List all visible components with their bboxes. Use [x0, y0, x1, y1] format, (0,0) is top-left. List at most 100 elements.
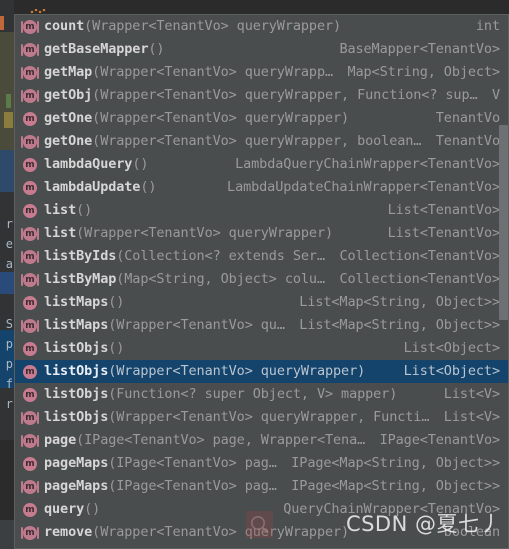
method-icon-letter: m	[23, 295, 37, 310]
completion-signature: getMap(Wrapper<TenantVo> queryWrapp…	[44, 61, 333, 84]
completion-method-params: (Wrapper<TenantVo> queryWrapper, boolean…	[92, 133, 422, 149]
error-squiggle-underline	[30, 9, 46, 13]
completion-method-params: ()	[132, 156, 149, 172]
method-overridden-icon: m	[21, 318, 39, 334]
completion-item[interactable]: m getObj(Wrapper<TenantVo> queryWrapper, …	[15, 84, 508, 107]
completion-method-name: count	[44, 18, 85, 34]
method-overridden-icon: m	[21, 19, 39, 35]
code-completion-popup[interactable]: m count(Wrapper<TenantVo> queryWrapper) in…	[14, 14, 509, 549]
completion-return-type: IPage<TenantVo>	[379, 432, 501, 448]
completion-method-params: ()	[108, 340, 125, 356]
completion-signature: pageMaps(IPage<TenantVo> pag…	[44, 452, 277, 475]
completion-method-name: lambdaQuery	[44, 156, 133, 172]
completion-method-params: (Wrapper<TenantVo> queryWrapper)	[108, 363, 366, 379]
completion-item[interactable]: m lambdaQuery() LambdaQueryChainWrapper<Te…	[15, 153, 508, 176]
completion-method-name: lambdaUpdate	[44, 179, 141, 195]
completion-return-type: BaseMapper<TenantVo>	[339, 41, 500, 57]
editor-sliver-char: r	[5, 397, 13, 411]
editor-sliver-char: e	[5, 237, 13, 251]
completion-method-name: pageMaps	[44, 478, 109, 494]
completion-return-type: List<Map<String, Object>>	[299, 317, 500, 333]
completion-method-params: ()	[76, 202, 93, 218]
completion-item[interactable]: m pageMaps(IPage<TenantVo> pag… IPage<Map<…	[15, 452, 508, 475]
completion-item[interactable]: m listObjs(Wrapper<TenantVo> queryWrapper…	[15, 360, 508, 383]
completion-item[interactable]: m lambdaUpdate() LambdaUpdateChainWrapper<…	[15, 176, 508, 199]
completion-method-params: (Wrapper<TenantVo> queryWrapper, Functio…	[92, 87, 478, 103]
completion-method-name: listMaps	[44, 294, 109, 310]
completion-signature: page(IPage<TenantVo> page, Wrapper<Tena…	[44, 429, 365, 452]
gutter-bottom-strip	[0, 520, 14, 549]
completion-return-type: List<TenantVo>	[387, 225, 500, 241]
editor-sliver-char: p	[5, 337, 13, 351]
method-icon: m	[21, 364, 39, 380]
completion-method-params: ()	[84, 501, 101, 517]
editor-sliver-char: p	[5, 357, 13, 371]
editor-sliver-char: f	[5, 377, 13, 391]
completion-item[interactable]: m getBaseMapper() BaseMapper<TenantVo>	[15, 38, 508, 61]
completion-signature: getObj(Wrapper<TenantVo> queryWrapper, F…	[44, 84, 478, 107]
editor-sliver-char: r	[5, 217, 13, 231]
completion-item[interactable]: m count(Wrapper<TenantVo> queryWrapper) in…	[15, 15, 508, 38]
editor-sliver-char: a	[5, 257, 13, 271]
gutter-fold-region	[0, 32, 14, 150]
popup-scrollbar-thumb[interactable]	[499, 125, 508, 320]
completion-item[interactable]: m list(Wrapper<TenantVo> queryWrapper) Lis…	[15, 222, 508, 245]
completion-item[interactable]: m page(IPage<TenantVo> page, Wrapper<Tena…	[15, 429, 508, 452]
completion-signature: getBaseMapper()	[44, 38, 165, 61]
popup-scrollbar-track[interactable]	[499, 15, 508, 548]
method-icon-letter: m	[23, 341, 37, 356]
completion-item[interactable]: m listByMap(Map<String, Object> colu… Coll…	[15, 268, 508, 291]
completion-return-type: IPage<Map<String, Object>>	[291, 455, 500, 471]
method-icon-letter: m	[23, 42, 37, 57]
method-icon: m	[21, 502, 39, 518]
method-overridden-icon: m	[21, 42, 39, 58]
completion-item[interactable]: m pageMaps(IPage<TenantVo> pag… IPage<Map<…	[15, 475, 508, 498]
completion-item[interactable]: m listMaps(Wrapper<TenantVo> qu… List<Map<…	[15, 314, 508, 337]
method-icon-letter: m	[23, 479, 37, 494]
completion-return-type: Map<String, Object>	[347, 64, 500, 80]
completion-signature: listByIds(Collection<? extends Ser…	[44, 245, 325, 268]
completion-item[interactable]: m listObjs(Wrapper<TenantVo> queryWrapper…	[15, 406, 508, 429]
method-overridden-icon: m	[21, 479, 39, 495]
gutter-marker-orange	[0, 16, 4, 30]
completion-method-name: getMap	[44, 64, 93, 80]
completion-item[interactable]: m getOne(Wrapper<TenantVo> queryWrapper, …	[15, 130, 508, 153]
method-icon-letter: m	[23, 157, 37, 172]
completion-signature: listObjs()	[44, 337, 124, 360]
method-icon-letter: m	[23, 19, 37, 34]
method-icon-letter: m	[23, 272, 37, 287]
method-icon: m	[21, 180, 39, 196]
completion-method-name: getBaseMapper	[44, 41, 149, 57]
completion-signature: getOne(Wrapper<TenantVo> queryWrapper, b…	[44, 130, 421, 153]
method-icon-letter: m	[23, 226, 37, 241]
completion-method-params: ()	[108, 294, 125, 310]
method-icon: m	[21, 203, 39, 219]
completion-signature: removeById(Serializable id)	[44, 544, 261, 548]
gutter-selection-blue-2	[0, 272, 14, 294]
completion-item[interactable]: m list() List<TenantVo>	[15, 199, 508, 222]
completion-item[interactable]: m getMap(Wrapper<TenantVo> queryWrapp… Map…	[15, 61, 508, 84]
method-icon-letter: m	[23, 433, 37, 448]
completion-signature: lambdaQuery()	[44, 153, 148, 176]
completion-item[interactable]: m listObjs(Function<? super Object, V> ma…	[15, 383, 508, 406]
completion-method-params: (Wrapper<TenantVo> queryWrapper)	[76, 225, 334, 241]
completion-item[interactable]: mremoveById(Serializable id)boolean	[15, 544, 508, 548]
completion-method-params: (IPage<TenantVo> page, Wrapper<Tena…	[76, 432, 366, 448]
completion-return-type: LambdaUpdateChainWrapper<TenantVo>	[227, 179, 500, 195]
search-icon[interactable]	[246, 511, 273, 538]
completion-item[interactable]: m listByIds(Collection<? extends Ser… Coll…	[15, 245, 508, 268]
completion-method-params: (Wrapper<TenantVo> qu…	[108, 317, 285, 333]
completion-return-type: List<TenantVo>	[387, 202, 500, 218]
completion-list[interactable]: m count(Wrapper<TenantVo> queryWrapper) in…	[15, 15, 508, 548]
gutter-annotation-green	[6, 94, 11, 108]
method-icon-letter: m	[23, 318, 37, 333]
completion-method-params: (IPage<TenantVo> pag…	[108, 455, 277, 471]
completion-item[interactable]: m listObjs() List<Object>	[15, 337, 508, 360]
completion-method-name: getObj	[44, 87, 93, 103]
completion-item[interactable]: m listMaps() List<Map<String, Object>>	[15, 291, 508, 314]
completion-method-name: listObjs	[44, 363, 109, 379]
editor-sliver-char: S	[5, 317, 13, 331]
completion-method-name: listByMap	[44, 271, 117, 287]
completion-item[interactable]: m getOne(Wrapper<TenantVo> queryWrapper) T…	[15, 107, 508, 130]
completion-method-name: page	[44, 432, 77, 448]
